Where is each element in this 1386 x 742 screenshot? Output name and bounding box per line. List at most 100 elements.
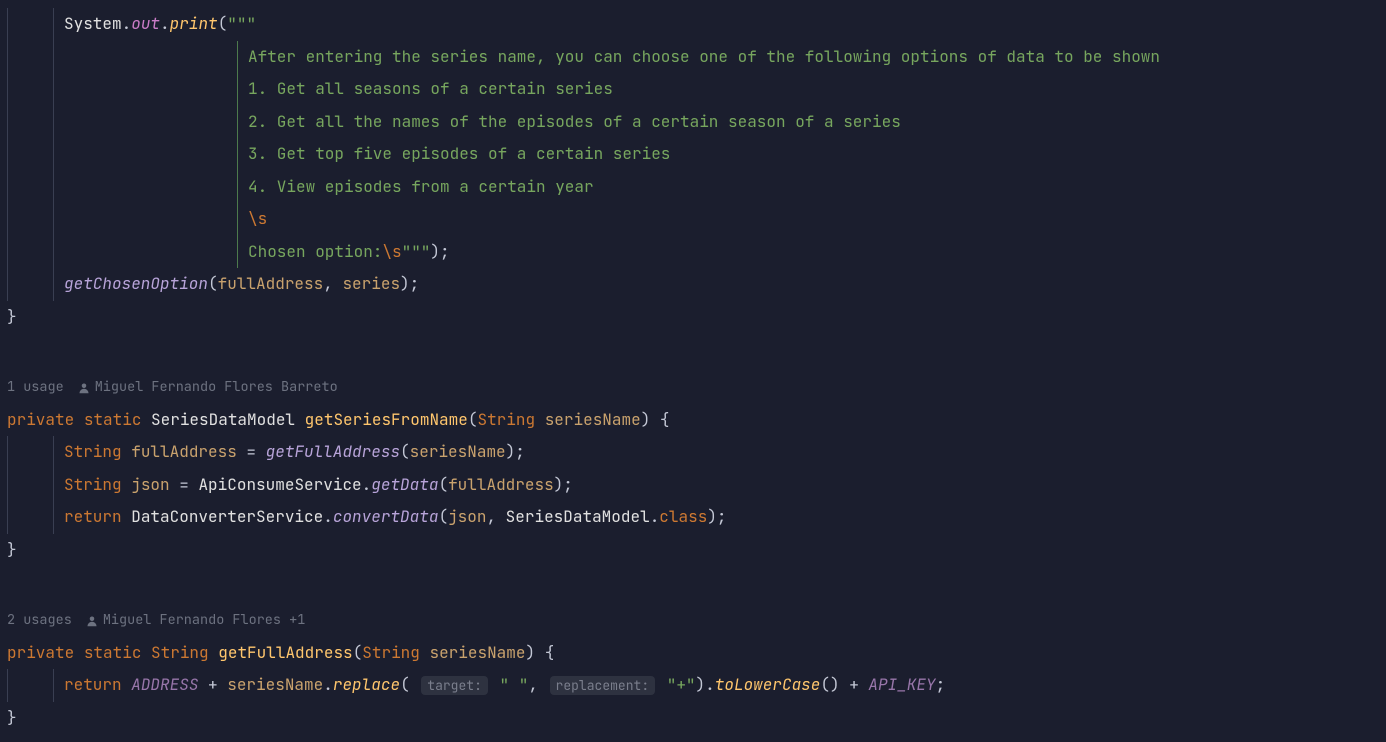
code-line[interactable]: String json = ApiConsumeService.getData(… bbox=[0, 469, 1386, 502]
paren: ) bbox=[526, 642, 536, 663]
semicolon: ; bbox=[410, 273, 420, 294]
close-brace: } bbox=[7, 306, 17, 327]
usage-count[interactable]: 2 usages bbox=[7, 604, 72, 637]
dot: . bbox=[160, 13, 170, 34]
inlay-hints: 1 usage Miguel Fernando Flores Barreto bbox=[0, 374, 1386, 402]
code-line[interactable]: return ADDRESS + seriesName.replace( tar… bbox=[0, 669, 1386, 702]
variable: fullAddress bbox=[448, 474, 554, 495]
semicolon: ; bbox=[936, 674, 946, 695]
semicolon: ; bbox=[515, 441, 525, 462]
param-hint: replacement: bbox=[550, 676, 656, 695]
method-call: getChosenOption bbox=[64, 273, 208, 294]
code-line[interactable]: 3. Get top five episodes of a certain se… bbox=[0, 138, 1386, 171]
paren: ) bbox=[430, 241, 440, 262]
variable: fullAddress bbox=[218, 273, 324, 294]
param-hint: target: bbox=[421, 676, 488, 695]
constant: API_KEY bbox=[868, 674, 935, 695]
type: String bbox=[362, 642, 420, 663]
class-ref: ApiConsumeService bbox=[198, 474, 361, 495]
code-line[interactable]: } bbox=[0, 534, 1386, 567]
person-icon bbox=[86, 615, 98, 627]
keyword: static bbox=[84, 409, 142, 430]
paren: ( bbox=[400, 441, 410, 462]
code-line[interactable]: System.out.print(""" bbox=[0, 8, 1386, 41]
comma: , bbox=[528, 674, 547, 695]
type: SeriesDataModel bbox=[151, 409, 295, 430]
code-line[interactable]: \s bbox=[0, 203, 1386, 236]
code-line[interactable]: String fullAddress = getFullAddress(seri… bbox=[0, 436, 1386, 469]
code-line[interactable]: 2. Get all the names of the episodes of … bbox=[0, 106, 1386, 139]
keyword: private bbox=[7, 409, 74, 430]
code-line[interactable]: private static String getFullAddress(Str… bbox=[0, 637, 1386, 670]
escape-char: \s bbox=[248, 208, 267, 229]
type: String bbox=[151, 642, 209, 663]
person-icon bbox=[78, 382, 90, 394]
paren: ( bbox=[820, 674, 830, 695]
operator: + bbox=[840, 674, 869, 695]
type: String bbox=[64, 474, 122, 495]
close-brace: } bbox=[7, 539, 17, 560]
constant: ADDRESS bbox=[131, 674, 198, 695]
author-name: Miguel Fernando Flores Barreto bbox=[95, 371, 338, 404]
code-line[interactable]: Chosen option:\s"""); bbox=[0, 236, 1386, 269]
semicolon: ; bbox=[563, 474, 573, 495]
method-call: getData bbox=[371, 474, 438, 495]
paren: ( bbox=[208, 273, 218, 294]
dot: . bbox=[323, 506, 333, 527]
brace: { bbox=[535, 642, 554, 663]
field-ref: out bbox=[131, 13, 160, 34]
author-annotation[interactable]: Miguel Fernando Flores Barreto bbox=[78, 371, 338, 404]
variable: fullAddress bbox=[131, 441, 237, 462]
variable: series bbox=[342, 273, 400, 294]
code-line[interactable]: After entering the series name, you can … bbox=[0, 41, 1386, 74]
blank-line[interactable] bbox=[0, 566, 1386, 599]
string-content: 1. Get all seasons of a certain series bbox=[248, 78, 613, 99]
operator: + bbox=[198, 674, 227, 695]
paren: ) bbox=[641, 409, 651, 430]
blank-line[interactable] bbox=[0, 333, 1386, 366]
comma: , bbox=[323, 273, 342, 294]
code-editor[interactable]: System.out.print(""" After entering the … bbox=[0, 8, 1386, 734]
semicolon: ; bbox=[717, 506, 727, 527]
dot: . bbox=[362, 474, 372, 495]
keyword: return bbox=[64, 674, 122, 695]
comma: , bbox=[486, 506, 505, 527]
dot: . bbox=[705, 674, 715, 695]
paren: ( bbox=[400, 674, 410, 695]
string-content: Chosen option: bbox=[248, 241, 382, 262]
parameter: seriesName bbox=[429, 642, 525, 663]
keyword: return bbox=[64, 506, 122, 527]
method-call: replace bbox=[333, 674, 400, 695]
string-literal: """ bbox=[227, 13, 256, 34]
dot: . bbox=[323, 674, 333, 695]
keyword: class bbox=[659, 506, 707, 527]
method-call: getFullAddress bbox=[266, 441, 400, 462]
keyword: private bbox=[7, 642, 74, 663]
parameter: seriesName bbox=[545, 409, 641, 430]
code-line[interactable]: 1. Get all seasons of a certain series bbox=[0, 73, 1386, 106]
paren: ) bbox=[554, 474, 564, 495]
paren: ) bbox=[400, 273, 410, 294]
paren: ) bbox=[506, 441, 516, 462]
method-call: convertData bbox=[333, 506, 439, 527]
string-content: 3. Get top five episodes of a certain se… bbox=[248, 143, 670, 164]
variable: json bbox=[131, 474, 169, 495]
code-line[interactable]: getChosenOption(fullAddress, series); bbox=[0, 268, 1386, 301]
method-call: print bbox=[170, 13, 218, 34]
code-line[interactable]: return DataConverterService.convertData(… bbox=[0, 501, 1386, 534]
method-call: toLowerCase bbox=[715, 674, 821, 695]
class-ref: SeriesDataModel bbox=[506, 506, 650, 527]
usage-count[interactable]: 1 usage bbox=[7, 371, 64, 404]
paren: ( bbox=[438, 474, 448, 495]
code-line[interactable]: private static SeriesDataModel getSeries… bbox=[0, 404, 1386, 437]
variable: seriesName bbox=[410, 441, 506, 462]
code-line[interactable]: } bbox=[0, 702, 1386, 735]
author-annotation[interactable]: Miguel Fernando Flores +1 bbox=[86, 604, 306, 637]
string-content: After entering the series name, you can … bbox=[248, 46, 1160, 67]
string-literal: "+" bbox=[667, 674, 696, 695]
code-line[interactable]: } bbox=[0, 301, 1386, 334]
inlay-hints: 2 usages Miguel Fernando Flores +1 bbox=[0, 607, 1386, 635]
code-line[interactable]: 4. View episodes from a certain year bbox=[0, 171, 1386, 204]
string-literal: " " bbox=[500, 674, 529, 695]
operator: = bbox=[237, 441, 266, 462]
